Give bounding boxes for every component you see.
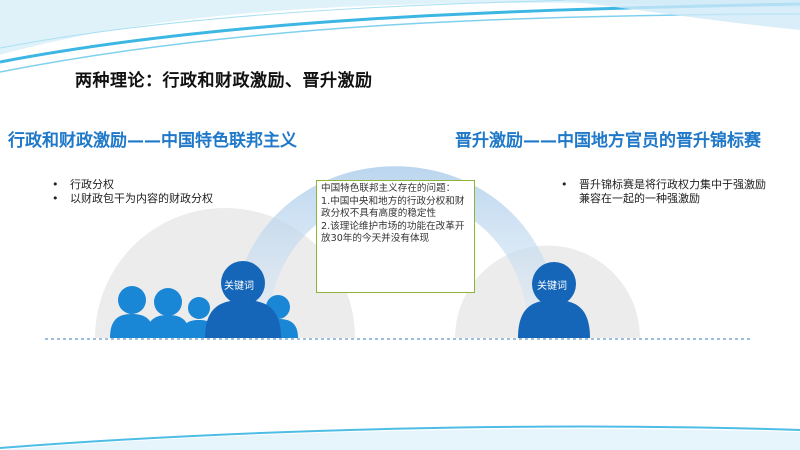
box-line: 1.中国中央和地方的行政分权和财政分权不具有高度的稳定性 [321,195,465,220]
keyword-label: 关键词 [224,281,254,292]
keyword-label: 关键词 [537,281,567,292]
box-line: 2.该理论维护市场的功能在改革开放30年的今天并没有体现 [321,220,465,245]
problem-text-box: 中国特色联邦主义存在的问题： 1.中国中央和地方的行政分权和财政分权不具有高度的… [316,180,475,293]
box-line: 中国特色联邦主义存在的问题： [321,183,456,194]
